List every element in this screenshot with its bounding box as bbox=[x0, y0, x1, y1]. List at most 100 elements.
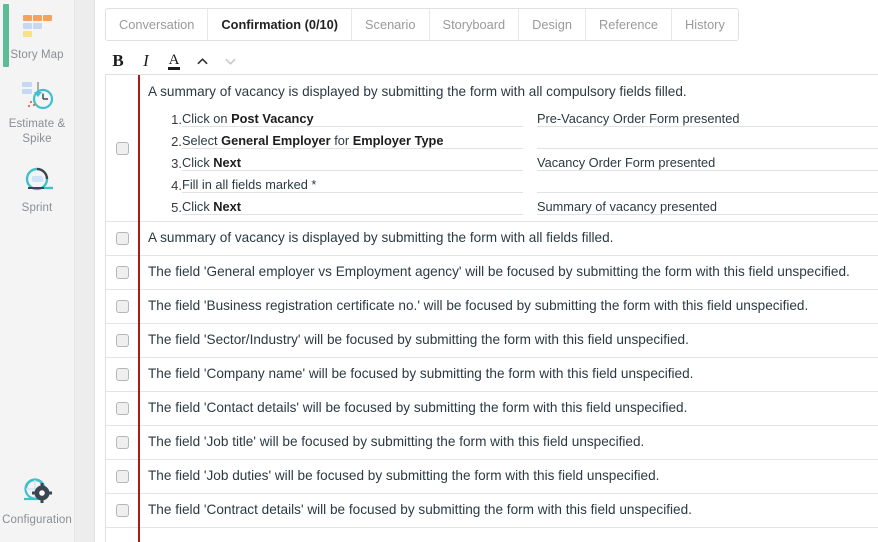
step-row: 3. Click Next Vacancy Order Form presented bbox=[148, 148, 878, 171]
step-number: 1. bbox=[171, 111, 182, 127]
table-row[interactable]: The field 'Company name' will be focused… bbox=[106, 358, 878, 392]
tab-scenario[interactable]: Scenario bbox=[352, 9, 430, 40]
sidebar-item-sprint[interactable]: Sprint bbox=[0, 153, 74, 222]
step-result[interactable] bbox=[537, 126, 878, 149]
tab-reference[interactable]: Reference bbox=[585, 9, 673, 40]
italic-button[interactable]: I bbox=[133, 49, 159, 73]
steps-table: 1. Click on Post Vacancy Pre-Vacancy Order… bbox=[148, 105, 878, 215]
step-row: 5. Click Next Summary of vacancy presented bbox=[148, 192, 878, 215]
tab-history[interactable]: History bbox=[672, 9, 738, 40]
step-action[interactable]: Click Next bbox=[182, 192, 523, 215]
row-title[interactable]: A summary of vacancy is displayed by sub… bbox=[148, 75, 878, 105]
row-checkbox[interactable] bbox=[115, 266, 129, 279]
step-action-emphasis: Next bbox=[213, 199, 242, 214]
row-checkbox[interactable] bbox=[115, 232, 129, 245]
row-checkbox-cell bbox=[106, 460, 138, 493]
step-action-emphasis: Next bbox=[213, 155, 242, 170]
step-action[interactable]: Click Next bbox=[182, 148, 523, 171]
sidebar-item-story-map[interactable]: Story Map bbox=[0, 0, 74, 69]
row-checkbox-cell bbox=[106, 256, 138, 289]
row-checkbox-cell bbox=[106, 392, 138, 425]
step-action-text: Click on bbox=[182, 111, 232, 126]
text-color-button[interactable]: A bbox=[161, 49, 187, 73]
row-checkbox-cell bbox=[106, 494, 138, 527]
step-action-text: Fill in all fields marked * bbox=[182, 177, 317, 192]
step-row: 2. Select General Employer for Employer T… bbox=[148, 126, 878, 149]
table-row[interactable]: The field 'Job title' will be focused by… bbox=[106, 426, 878, 460]
tab-conversation[interactable]: Conversation bbox=[106, 9, 209, 40]
step-action[interactable]: Click on Post Vacancy bbox=[182, 105, 523, 127]
row-title[interactable]: The field 'Company name' will be focused… bbox=[148, 358, 878, 390]
row-checkbox-cell bbox=[106, 358, 138, 391]
table-row[interactable]: The field 'General employer vs Employmen… bbox=[106, 256, 878, 290]
step-action-text: Click bbox=[182, 155, 214, 170]
tab-confirmation-0-10[interactable]: Confirmation (0/10) bbox=[208, 9, 353, 40]
step-column-gap bbox=[523, 149, 537, 171]
step-result[interactable]: Vacancy Order Form presented bbox=[537, 148, 878, 171]
step-column-gap bbox=[523, 105, 537, 127]
tab-design[interactable]: Design bbox=[519, 9, 586, 40]
step-action-emphasis: General Employer bbox=[221, 133, 331, 148]
text-color-label: A bbox=[167, 51, 181, 70]
row-title[interactable]: The field 'Contract details' will be foc… bbox=[148, 494, 878, 526]
step-result[interactable] bbox=[537, 170, 878, 193]
row-checkbox[interactable] bbox=[115, 436, 129, 449]
table-row[interactable]: The field 'Contact details' will be focu… bbox=[106, 392, 878, 426]
app-window: Story Map Estimate & Spike Sprint Config… bbox=[0, 0, 878, 542]
row-title[interactable]: The field 'Job title' will be focused by… bbox=[148, 426, 878, 458]
sidebar-item-label: Sprint bbox=[21, 202, 53, 214]
row-checkbox[interactable] bbox=[115, 334, 129, 347]
table-row[interactable]: A summary of vacancy is displayed by sub… bbox=[106, 75, 878, 222]
row-title[interactable]: The field 'Contact details' will be focu… bbox=[148, 392, 878, 424]
row-checkbox[interactable] bbox=[115, 470, 129, 483]
sidebar-gutter bbox=[75, 0, 95, 542]
row-body: The field 'Job title' will be focused by… bbox=[138, 426, 878, 458]
row-title[interactable]: The field 'Sector/Industry' will be focu… bbox=[148, 324, 878, 356]
row-title[interactable]: The field 'Business registration certifi… bbox=[148, 290, 878, 322]
row-checkbox-cell bbox=[106, 75, 138, 221]
sprint-icon bbox=[2, 163, 72, 197]
step-column-gap bbox=[523, 193, 537, 215]
chevron-down-icon[interactable] bbox=[217, 49, 243, 73]
row-title[interactable]: A summary of vacancy is displayed by sub… bbox=[148, 222, 878, 254]
sidebar-item-estimate-spike[interactable]: Estimate & Spike bbox=[0, 69, 74, 153]
row-body: The field 'Company name' will be focused… bbox=[138, 358, 878, 390]
table-row[interactable]: The field 'Business registration certifi… bbox=[106, 290, 878, 324]
row-checkbox[interactable] bbox=[115, 504, 129, 517]
row-checkbox[interactable] bbox=[115, 300, 129, 313]
step-action[interactable]: Fill in all fields marked * bbox=[182, 170, 523, 193]
step-action-text: Click bbox=[182, 199, 214, 214]
step-action[interactable]: Select General Employer for Employer Typ… bbox=[182, 126, 523, 149]
step-row: 4. Fill in all fields marked * bbox=[148, 170, 878, 193]
row-title[interactable]: The field 'General employer vs Employmen… bbox=[148, 256, 878, 288]
sidebar-item-label: Configuration bbox=[2, 514, 72, 526]
row-body: The field 'Contract details' will be foc… bbox=[138, 494, 878, 526]
chevron-up-icon[interactable] bbox=[189, 49, 215, 73]
step-result[interactable]: Pre-Vacancy Order Form presented bbox=[537, 105, 878, 127]
table-row[interactable]: The field 'Sector/Industry' will be focu… bbox=[106, 324, 878, 358]
table-row[interactable]: The field 'Job duties' will be focused b… bbox=[106, 460, 878, 494]
row-body: The field 'Sector/Industry' will be focu… bbox=[138, 324, 878, 356]
table-row[interactable]: A summary of vacancy is displayed by sub… bbox=[106, 222, 878, 256]
format-toolbar: B I A bbox=[105, 48, 243, 74]
row-checkbox[interactable] bbox=[115, 141, 129, 155]
table-row[interactable]: The field 'Contract details' will be foc… bbox=[106, 494, 878, 528]
step-result[interactable]: Summary of vacancy presented bbox=[537, 192, 878, 215]
sidebar-item-label: Estimate & Spike bbox=[8, 118, 66, 145]
row-body: The field 'General employer vs Employmen… bbox=[138, 256, 878, 288]
row-checkbox[interactable] bbox=[115, 402, 129, 415]
row-title[interactable]: The field 'Job duties' will be focused b… bbox=[148, 460, 878, 492]
step-column-gap bbox=[523, 171, 537, 193]
step-action-text: Select bbox=[182, 133, 222, 148]
step-action-emphasis: Employer Type bbox=[352, 133, 444, 148]
row-checkbox[interactable] bbox=[115, 368, 129, 381]
tab-storyboard[interactable]: Storyboard bbox=[429, 9, 520, 40]
step-number: 5. bbox=[171, 199, 182, 215]
configuration-gear-icon bbox=[2, 475, 72, 509]
bold-button[interactable]: B bbox=[105, 49, 131, 73]
row-body: The field 'Job duties' will be focused b… bbox=[138, 460, 878, 492]
row-body: A summary of vacancy is displayed by sub… bbox=[138, 75, 878, 221]
row-body: A summary of vacancy is displayed by sub… bbox=[138, 222, 878, 254]
row-body: The field 'Business registration certifi… bbox=[138, 290, 878, 322]
sidebar-item-configuration[interactable]: Configuration bbox=[0, 465, 74, 534]
